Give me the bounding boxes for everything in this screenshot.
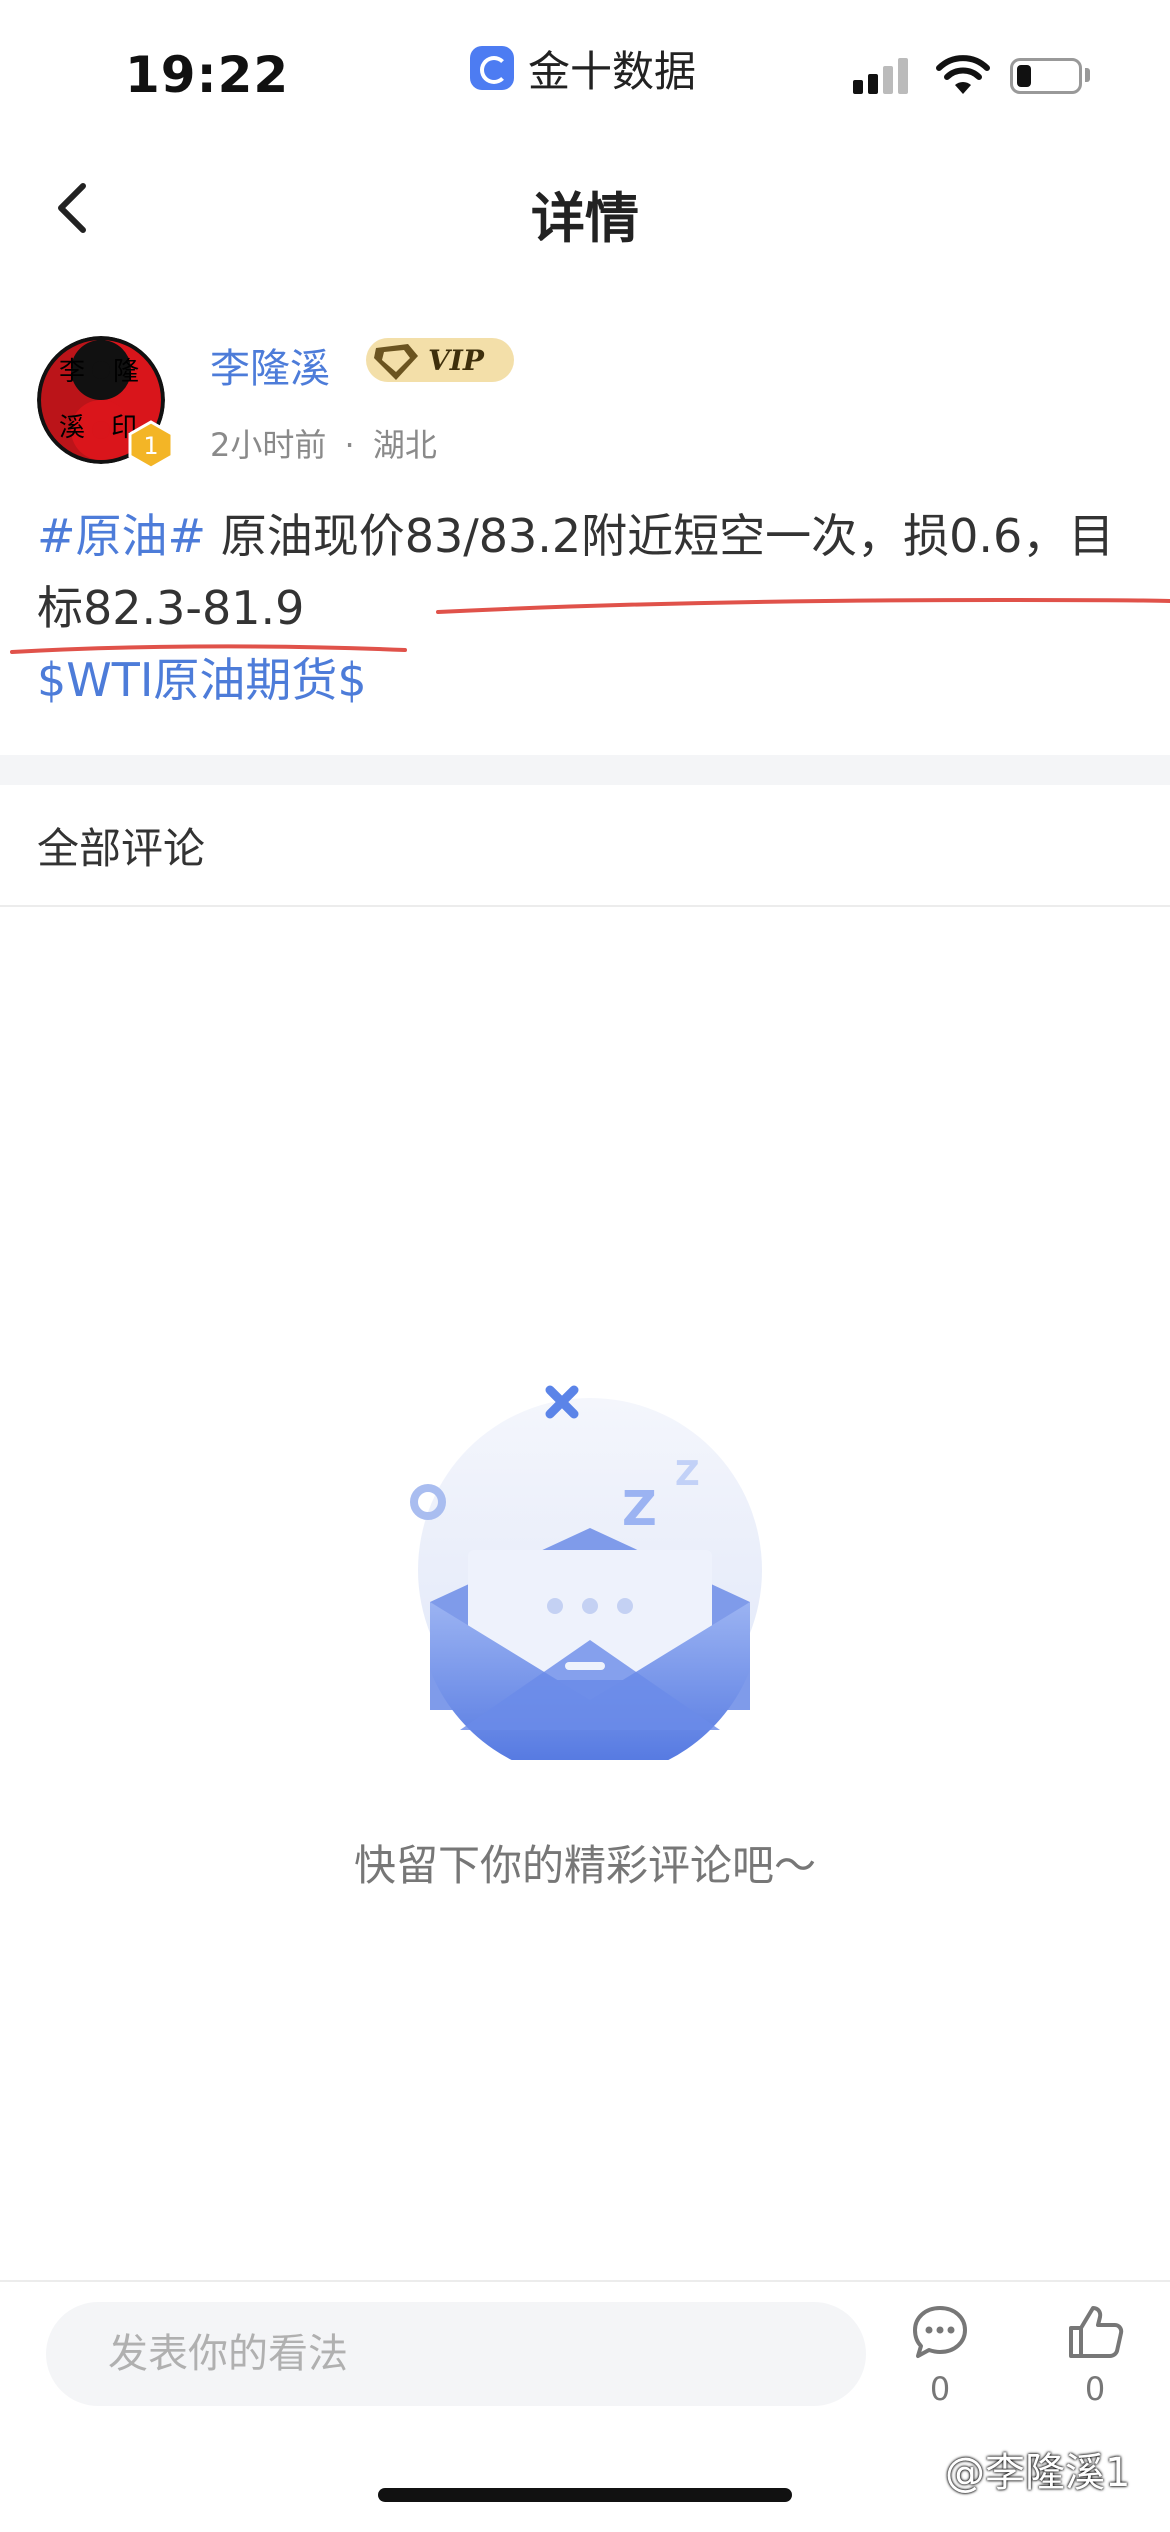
- meta-separator: ·: [344, 426, 355, 464]
- bottom-divider: [0, 2280, 1170, 2282]
- back-to-app[interactable]: 金十数据: [470, 40, 696, 96]
- app-name: 金十数据: [528, 46, 697, 96]
- nav-bar: 详情: [0, 140, 1170, 270]
- vip-diamond-icon: VIP: [366, 338, 514, 382]
- header-divider: [0, 905, 1170, 907]
- comment-button[interactable]: 0: [900, 2302, 980, 2408]
- svg-text:VIP: VIP: [428, 344, 485, 377]
- battery-tip: [1085, 68, 1090, 82]
- svg-text:1: 1: [143, 432, 158, 460]
- post-location: 湖北: [372, 426, 437, 464]
- status-time: 19:22: [125, 46, 290, 104]
- svg-text:溪: 溪: [59, 413, 85, 443]
- empty-comments-text: 快留下你的精彩评论吧～: [353, 1841, 816, 1890]
- svg-text:Z: Z: [675, 1454, 700, 1494]
- wifi-icon: [936, 55, 990, 94]
- svg-text:Z: Z: [622, 1481, 657, 1537]
- svg-text:李: 李: [59, 357, 85, 387]
- comment-count: 0: [929, 2370, 951, 2408]
- handdrawn-underline: [10, 597, 1170, 654]
- signal-icon: [853, 58, 913, 94]
- status-bar: 19:22 金十数据: [0, 0, 1170, 130]
- comment-bubble-icon: [913, 2306, 967, 2358]
- comment-input[interactable]: [46, 2302, 866, 2406]
- author-name[interactable]: 李隆溪: [210, 336, 330, 394]
- comments-header: 全部评论: [37, 824, 206, 873]
- hashtag-link[interactable]: #原油#: [37, 509, 206, 563]
- like-button[interactable]: 0: [1055, 2302, 1135, 2408]
- app-icon: [470, 46, 514, 90]
- like-count: 0: [1084, 2370, 1106, 2408]
- page-title: 详情: [531, 187, 639, 250]
- battery-icon: [1010, 58, 1082, 94]
- post-time: 2小时前: [210, 426, 327, 464]
- post-meta: 2小时前 · 湖北: [210, 420, 437, 466]
- svg-text:隆: 隆: [113, 357, 139, 387]
- watermark: @李隆溪1: [945, 2450, 1131, 2496]
- empty-mailbox-illustration: Z Z: [410, 1385, 762, 1760]
- level-badge: 1: [128, 420, 174, 470]
- section-divider: [0, 755, 1170, 785]
- home-indicator[interactable]: [378, 2488, 792, 2502]
- thumbs-up-icon: [1069, 2306, 1124, 2358]
